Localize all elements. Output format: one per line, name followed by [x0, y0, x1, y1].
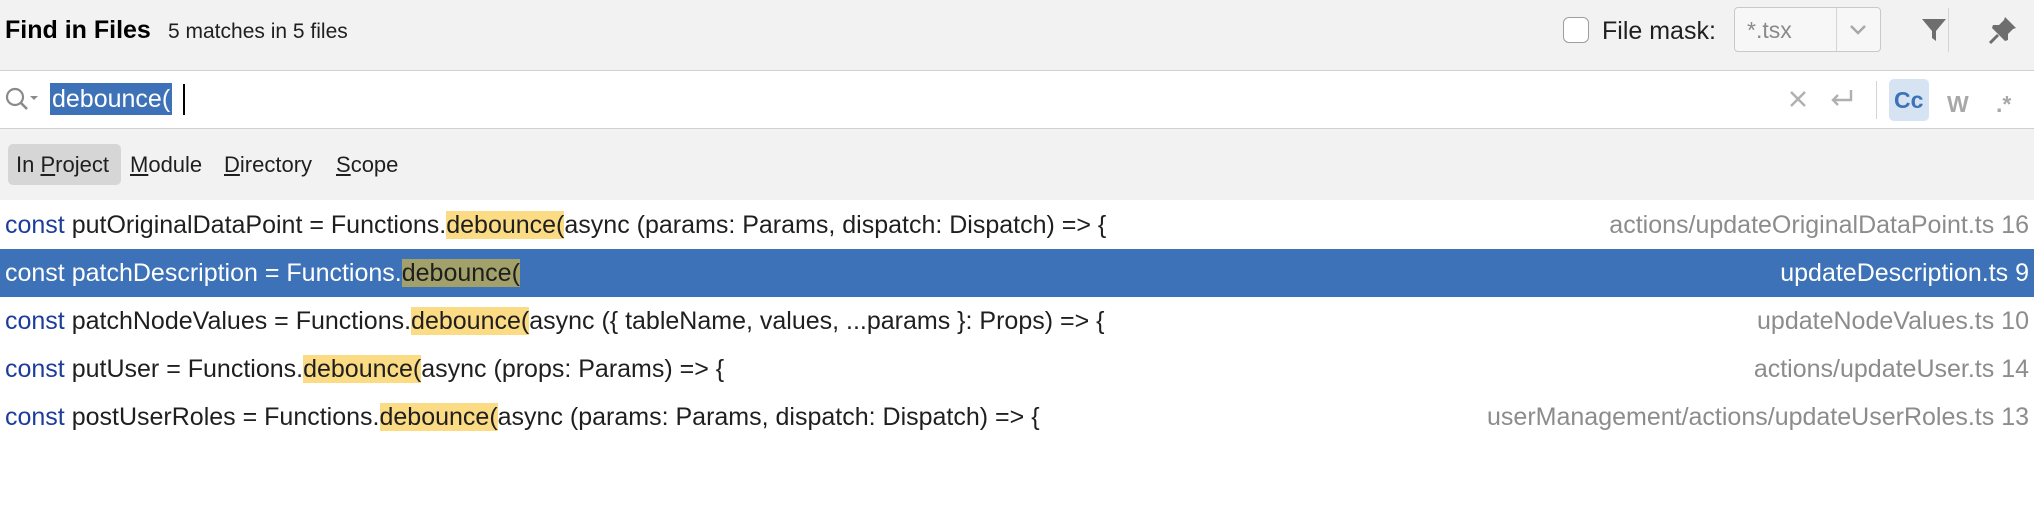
combobox-divider [1836, 8, 1837, 51]
file-mask-value[interactable]: *.tsx [1747, 17, 1792, 44]
result-row[interactable]: const putOriginalDataPoint = Functions.d… [0, 201, 2034, 249]
code-after: async (props: Params) => { [421, 355, 725, 383]
tab-label-pre: In [16, 152, 41, 177]
result-code: const postUserRoles = Functions.debounce… [5, 393, 1040, 441]
result-file: actions/updateOriginalDataPoint.ts 16 [1609, 211, 2029, 239]
tab-mnemonic: S [336, 152, 351, 177]
pin-icon[interactable] [1987, 14, 2019, 46]
match-highlight: debounce( [379, 403, 498, 431]
match-highlight: debounce( [446, 211, 565, 239]
result-row[interactable]: const patchNodeValues = Functions.deboun… [0, 297, 2034, 345]
tab-directory[interactable]: Directory [224, 144, 312, 185]
tab-label-post: irectory [239, 152, 313, 177]
match-count: 5 matches in 5 files [168, 20, 348, 43]
code-before: putOriginalDataPoint = Functions. [64, 211, 447, 239]
match-case-button[interactable]: Cc [1889, 79, 1929, 121]
result-row-selected[interactable]: const patchDescription = Functions.debou… [0, 249, 2034, 297]
tab-label-post: roject [55, 152, 109, 177]
tab-scope[interactable]: Scope [336, 144, 398, 185]
tab-mnemonic: P [40, 152, 56, 177]
result-file: updateDescription.ts 9 [1780, 259, 2029, 287]
match-highlight: debounce( [303, 355, 422, 383]
match-highlight: debounce( [411, 307, 530, 335]
result-code: const putUser = Functions.debounce(async… [5, 345, 724, 393]
result-row[interactable]: const postUserRoles = Functions.debounce… [0, 393, 2034, 441]
keyword: const [5, 403, 65, 431]
whole-words-button[interactable]: W [1947, 91, 1969, 118]
match-case-label: Cc [1894, 87, 1924, 113]
find-in-files-header: Find in Files 5 matches in 5 files File … [0, 0, 2034, 71]
result-file: updateNodeValues.ts 10 [1757, 307, 2029, 335]
keyword: const [5, 259, 65, 287]
search-history-icon[interactable] [4, 85, 42, 115]
header-divider [1948, 8, 1949, 52]
tab-mnemonic: D [224, 152, 240, 177]
filter-icon[interactable] [1918, 14, 1950, 46]
file-mask-checkbox[interactable] [1563, 17, 1589, 43]
code-before: putUser = Functions. [64, 355, 304, 383]
clear-icon[interactable] [1782, 83, 1814, 115]
text-caret [183, 84, 185, 115]
code-before: patchNodeValues = Functions. [64, 307, 412, 335]
code-after: async ({ tableName, values, ...params }:… [529, 307, 1105, 335]
result-code: const putOriginalDataPoint = Functions.d… [5, 201, 1106, 249]
newline-icon[interactable] [1826, 83, 1858, 115]
result-code: const patchNodeValues = Functions.deboun… [5, 297, 1104, 345]
code-before: patchDescription = Functions. [64, 259, 402, 287]
result-row[interactable]: const putUser = Functions.debounce(async… [0, 345, 2034, 393]
file-mask-combobox[interactable]: *.tsx [1734, 7, 1881, 52]
chevron-down-icon[interactable] [1843, 14, 1873, 44]
tab-in-project[interactable]: In Project [8, 144, 121, 185]
search-bar: debounce( Cc W .* [0, 71, 2034, 129]
search-bar-divider [1876, 81, 1877, 119]
tab-mnemonic: M [130, 152, 149, 177]
keyword: const [5, 355, 65, 383]
scope-bar: In Project Module Directory Scope [0, 129, 2034, 200]
code-after: async (params: Params, dispatch: Dispatc… [497, 403, 1040, 431]
match-highlight: debounce( [401, 259, 520, 287]
tab-label-post: cope [350, 152, 399, 177]
tab-module[interactable]: Module [130, 144, 202, 185]
regex-button[interactable]: .* [1996, 91, 2011, 118]
result-code: const patchDescription = Functions.debou… [5, 249, 520, 297]
keyword: const [5, 307, 65, 335]
code-before: postUserRoles = Functions. [64, 403, 380, 431]
keyword: const [5, 211, 65, 239]
result-file: userManagement/actions/updateUserRoles.t… [1487, 403, 2029, 431]
code-after: async (params: Params, dispatch: Dispatc… [564, 211, 1107, 239]
file-mask-label[interactable]: File mask: [1602, 17, 1716, 46]
search-input[interactable]: debounce( [50, 83, 173, 115]
result-file: actions/updateUser.ts 14 [1753, 355, 2029, 383]
dialog-title: Find in Files [5, 16, 151, 44]
tab-label-post: odule [148, 152, 203, 177]
